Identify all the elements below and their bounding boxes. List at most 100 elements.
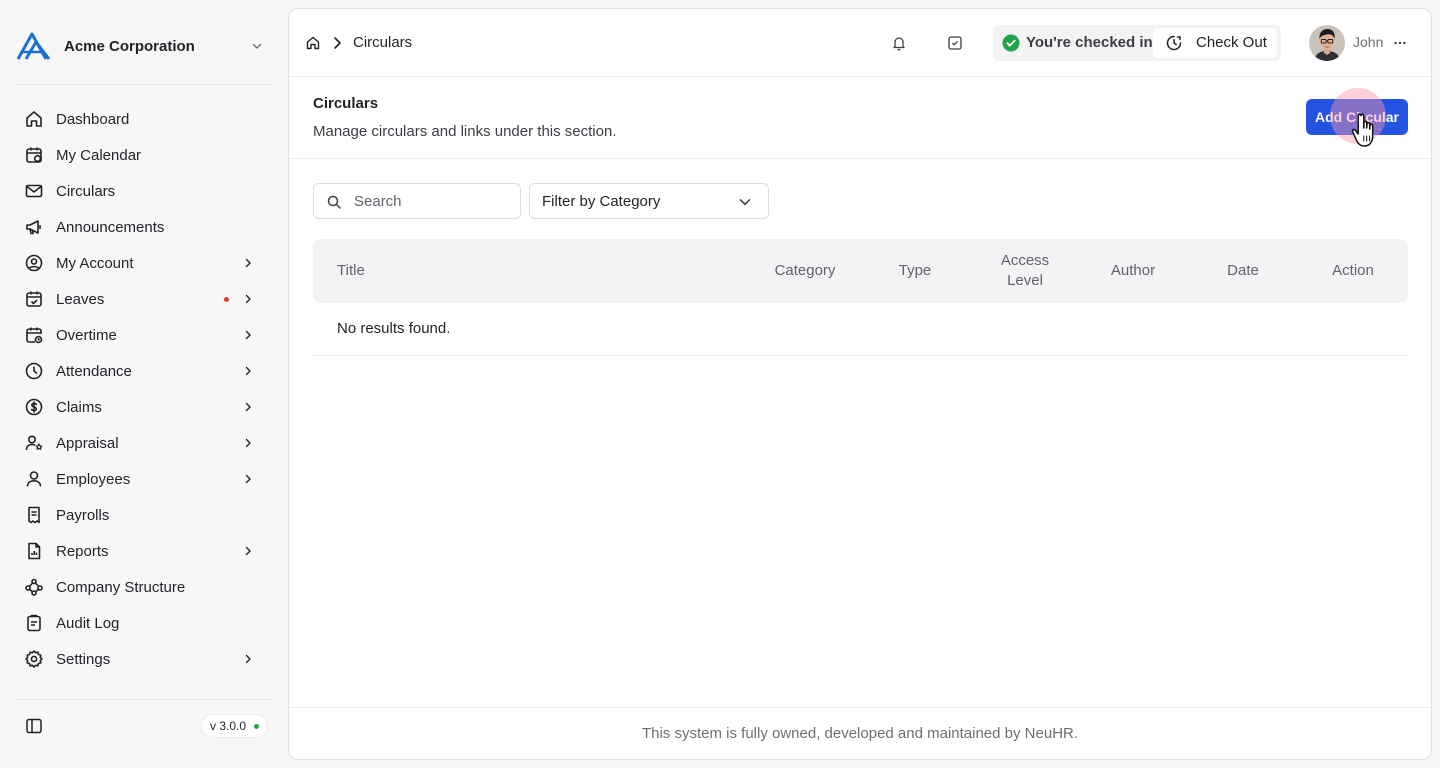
page-subtitle: Manage circulars and links under this se… — [313, 123, 617, 140]
clock-icon — [25, 362, 43, 380]
chevron-right-icon — [245, 474, 251, 484]
sidebar-item-my-calendar[interactable]: My Calendar — [16, 137, 270, 173]
sidebar-item-my-account[interactable]: My Account — [16, 245, 270, 281]
chevron-right-icon — [245, 258, 251, 268]
sidebar-item-attendance[interactable]: Attendance — [16, 353, 270, 389]
chevron-right-icon — [245, 330, 251, 340]
megaphone-icon — [26, 220, 41, 235]
organization-name: Acme Corporation — [64, 37, 195, 55]
sidebar-item-label: My Calendar — [56, 146, 142, 164]
sidebar-divider — [16, 699, 270, 700]
main-panel: Circulars You're checked in Check Out Jo… — [288, 8, 1432, 760]
sidebar-divider — [16, 84, 270, 85]
sidebar-item-label: Employees — [56, 470, 131, 488]
sidebar-item-claims[interactable]: Claims — [16, 389, 270, 425]
page-header: Circulars Manage circulars and links und… — [289, 77, 1431, 159]
sidebar-item-reports[interactable]: Reports — [16, 533, 270, 569]
sidebar-item-settings[interactable]: Settings — [16, 641, 270, 677]
sidebar-item-payrolls[interactable]: Payrolls — [16, 497, 270, 533]
search-box — [313, 183, 521, 219]
sidebar-item-label: Announcements — [56, 218, 165, 236]
clipboard-icon — [27, 614, 41, 632]
sidebar-item-overtime[interactable]: Overtime — [16, 317, 270, 353]
chevron-right-icon — [245, 654, 251, 664]
chevron-down-icon — [739, 199, 751, 206]
sidebar-item-label: Claims — [56, 398, 102, 416]
user-icon — [26, 471, 42, 487]
column-header-date[interactable]: Date — [1213, 239, 1273, 303]
chevron-right-icon — [245, 366, 251, 376]
empty-state-text: No results found. — [337, 320, 451, 337]
sidebar-item-label: My Account — [56, 254, 134, 272]
company-logo — [16, 32, 51, 60]
breadcrumb-current: Circulars — [353, 34, 413, 51]
sidebar-item-label: Dashboard — [56, 110, 130, 128]
column-header-author[interactable]: Author — [1103, 239, 1163, 303]
category-filter-select[interactable]: Filter by Category — [529, 183, 769, 219]
sidebar-item-label: Reports — [56, 542, 109, 560]
table-row: No results found. — [313, 303, 1408, 356]
task-check-icon[interactable] — [947, 35, 963, 51]
checkin-status-panel: You're checked in Check Out — [993, 25, 1281, 61]
add-circular-button[interactable]: Add Circular — [1306, 99, 1408, 135]
chevron-right-icon — [334, 37, 341, 49]
sidebar-item-label: Leaves — [56, 290, 105, 308]
sidebar-item-appraisal[interactable]: Appraisal — [16, 425, 270, 461]
sidebar-item-leaves[interactable]: Leaves — [16, 281, 270, 317]
gear-icon — [25, 650, 43, 668]
column-header-access-level[interactable]: Access Level — [985, 239, 1065, 303]
sidebar-item-label: Attendance — [56, 362, 132, 380]
sidebar-item-employees[interactable]: Employees — [16, 461, 270, 497]
sidebar-nav: Dashboard My Calendar Circulars Announce… — [16, 101, 270, 677]
sidebar-item-label: Circulars — [56, 182, 116, 200]
chevron-down-icon — [252, 43, 262, 49]
sidebar-item-label: Audit Log — [56, 614, 120, 632]
sidebar-item-circulars[interactable]: Circulars — [16, 173, 270, 209]
version-text: v 3.0.0 — [210, 719, 247, 733]
search-input[interactable] — [354, 184, 514, 218]
column-header-type[interactable]: Type — [885, 239, 945, 303]
receipt-icon — [28, 506, 40, 524]
page-title: Circulars — [313, 95, 379, 112]
top-bar: Circulars You're checked in Check Out Jo… — [289, 9, 1431, 77]
chevron-right-icon — [245, 294, 251, 304]
user-name[interactable]: John — [1353, 34, 1383, 50]
checkin-status-text: You're checked in — [1026, 34, 1153, 51]
user-circle-icon — [25, 254, 43, 272]
more-horizontal-icon[interactable] — [1393, 36, 1407, 50]
sidebar-item-label: Payrolls — [56, 506, 110, 524]
home-icon — [26, 111, 42, 127]
check-circle-icon — [1002, 34, 1020, 52]
bell-icon[interactable] — [891, 35, 907, 51]
chevron-right-icon — [245, 438, 251, 448]
table-header: Title Category Type Access Level Author … — [313, 239, 1408, 303]
column-header-action: Action — [1332, 262, 1374, 279]
avatar[interactable] — [1309, 25, 1345, 61]
sidebar-item-label: Appraisal — [56, 434, 119, 452]
calendar-clock-icon — [26, 327, 43, 344]
sidebar-item-announcements[interactable]: Announcements — [16, 209, 270, 245]
search-icon — [327, 195, 341, 209]
footer: This system is fully owned, developed an… — [289, 707, 1431, 759]
calendar-check-icon — [26, 291, 42, 307]
user-star-icon — [25, 435, 43, 451]
file-chart-icon — [28, 542, 41, 560]
check-out-button[interactable]: Check Out — [1153, 28, 1277, 58]
sidebar-collapse-icon[interactable] — [24, 716, 44, 736]
check-out-label: Check Out — [1196, 34, 1267, 51]
avatar-image — [1309, 25, 1345, 61]
organization-switcher[interactable]: Acme Corporation — [16, 30, 272, 62]
column-header-category[interactable]: Category — [765, 239, 845, 303]
sidebar-item-audit-log[interactable]: Audit Log — [16, 605, 270, 641]
version-badge: v 3.0.0 — [201, 714, 269, 738]
sidebar-item-company-structure[interactable]: Company Structure — [16, 569, 270, 605]
category-filter-label: Filter by Category — [542, 193, 661, 210]
sidebar-item-dashboard[interactable]: Dashboard — [16, 101, 270, 137]
status-dot — [254, 723, 260, 729]
dollar-circle-icon — [25, 398, 43, 416]
column-header-title[interactable]: Title — [337, 239, 365, 303]
sidebar-item-label: Settings — [56, 650, 111, 668]
sidebar-item-label: Overtime — [56, 326, 117, 344]
network-icon — [25, 578, 43, 596]
home-icon[interactable] — [305, 35, 321, 51]
